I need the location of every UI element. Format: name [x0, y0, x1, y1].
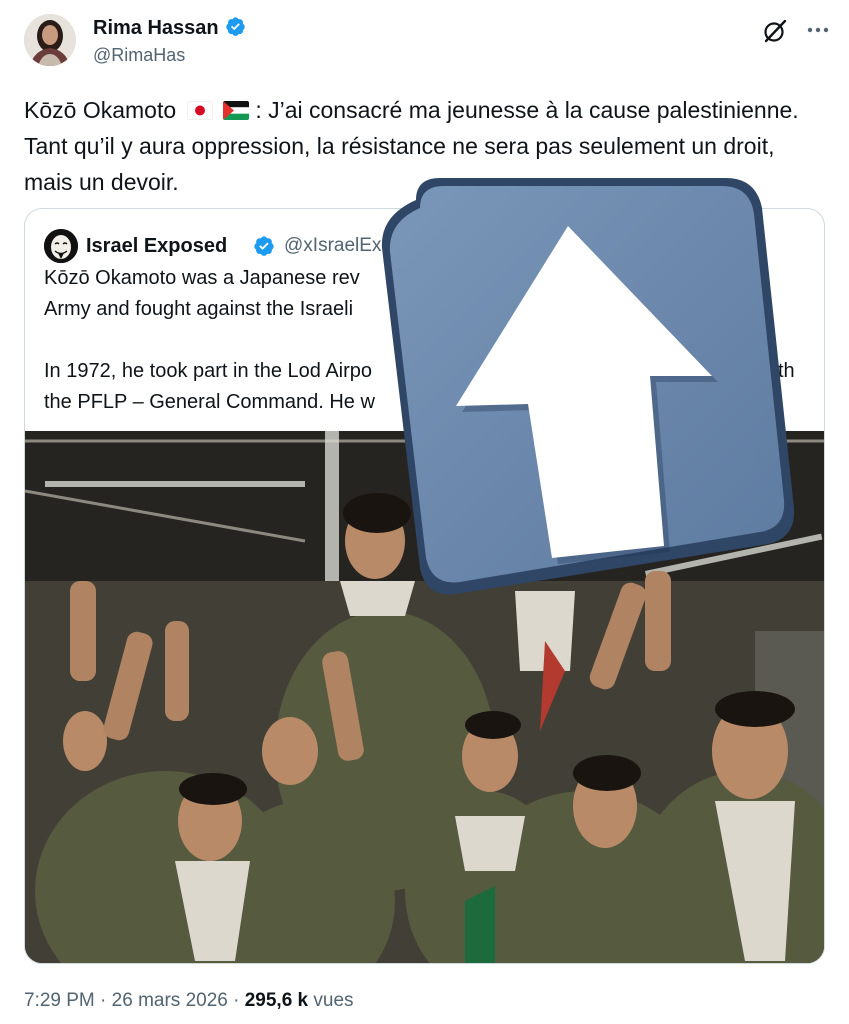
author-handle[interactable]: @RimaHas: [93, 45, 185, 66]
verified-badge-icon: [225, 17, 245, 36]
author-name-text[interactable]: Rima Hassan: [93, 17, 219, 39]
separator: ·: [233, 990, 240, 1011]
separator: ·: [100, 990, 107, 1011]
views-count: 295,6 k: [244, 990, 309, 1011]
tweet-time[interactable]: 7:29 PM: [24, 990, 95, 1011]
quoted-line-start: In 1972, he took part in the Lod Airpo: [44, 360, 373, 382]
tweet-header: Rima Hassan @RimaHas: [24, 12, 834, 76]
grok-icon[interactable]: [762, 18, 788, 44]
views-label: vues: [313, 990, 354, 1011]
tweet-metadata: 7:29 PM · 26 mars 2026 · 295,6 k vues: [24, 990, 354, 1012]
tweet-text-start: Kōzō Okamoto: [24, 97, 177, 123]
tweet-date[interactable]: 26 mars 2026: [112, 990, 228, 1011]
verified-badge-icon: [254, 236, 274, 256]
profile-photo: [24, 14, 76, 66]
quoted-author-name[interactable]: Israel Exposed: [86, 235, 227, 258]
japan-flag-icon: [186, 101, 213, 120]
anonymous-mask-avatar[interactable]: [44, 229, 78, 263]
quoted-author-handle[interactable]: @xIsraelEx: [284, 235, 381, 257]
palestine-flag-icon: [222, 101, 249, 120]
more-options-icon[interactable]: [804, 16, 832, 44]
avatar[interactable]: [24, 14, 76, 66]
anonymous-mask-icon: [44, 229, 78, 263]
author-name[interactable]: Rima Hassan: [93, 16, 246, 40]
upvote-arrow-icon[interactable]: [376, 178, 798, 596]
